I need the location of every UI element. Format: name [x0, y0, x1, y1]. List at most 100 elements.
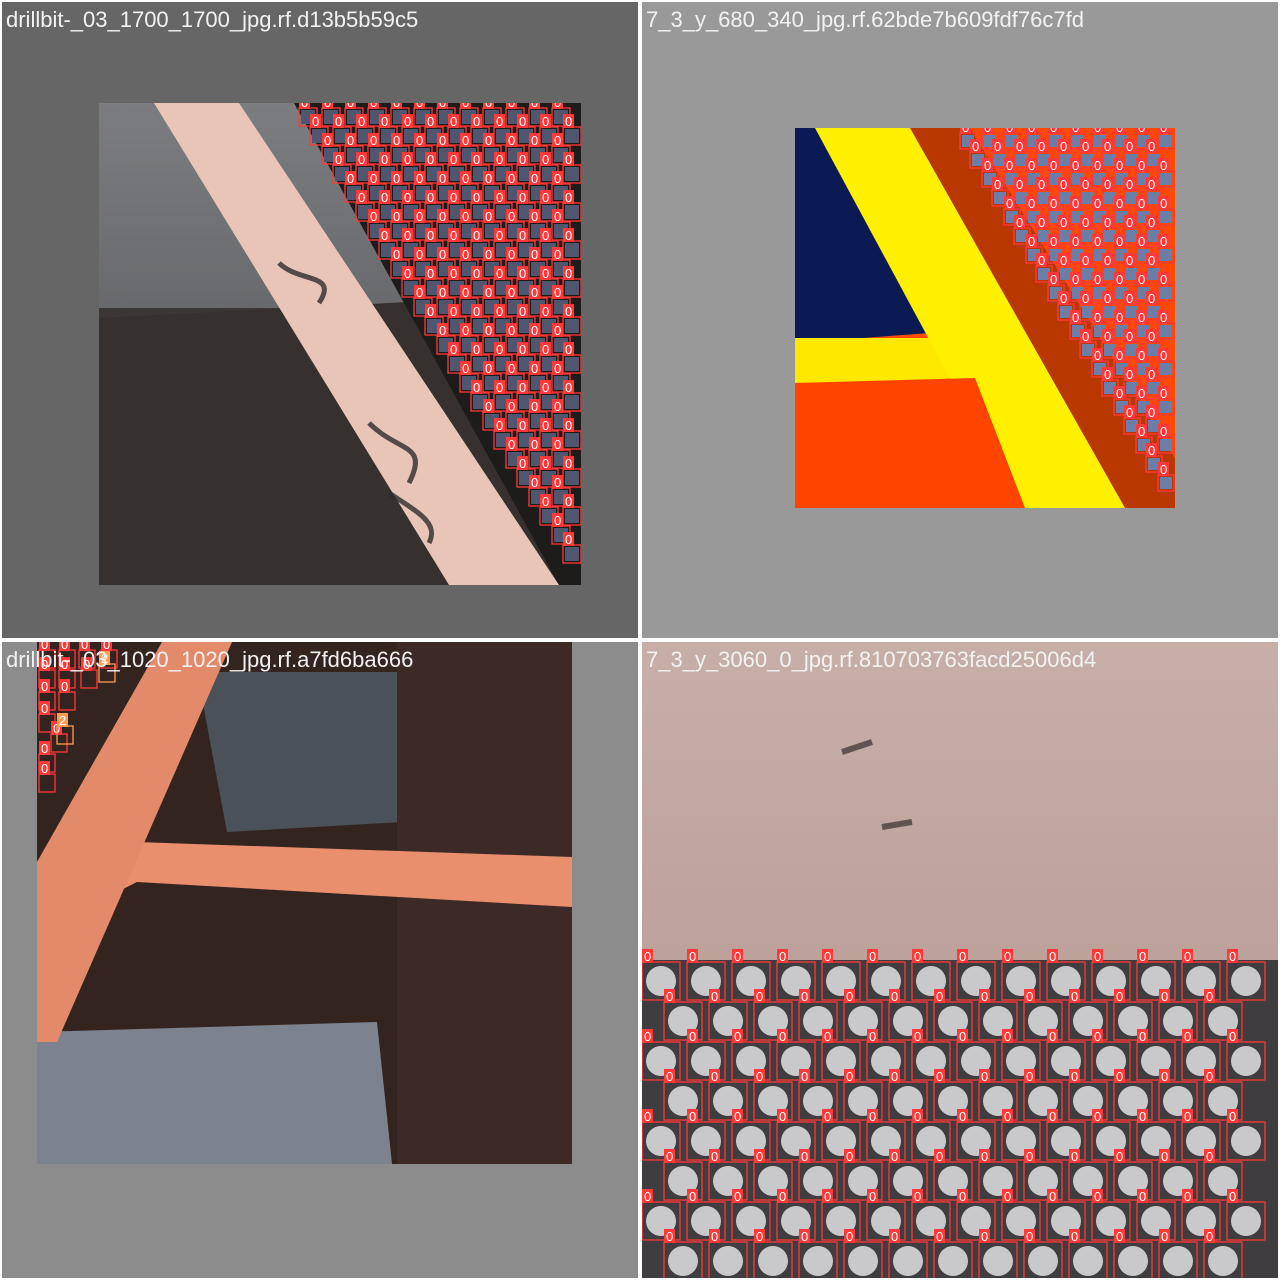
detection-class-label: 0	[1004, 1029, 1011, 1044]
detection-class-label: 0	[1116, 1229, 1123, 1244]
detection-class-label: 0	[1072, 128, 1079, 135]
detection-class-label: 0	[1148, 215, 1155, 230]
detection-class-label: 0	[496, 190, 503, 205]
detection-class-label: 0	[1116, 234, 1123, 249]
detection-class-label: 0	[519, 152, 526, 167]
detection-class-label: 0	[1094, 196, 1101, 211]
detection-class-label: 0	[1016, 177, 1023, 192]
detection-class-label: 0	[1006, 196, 1013, 211]
detection-class-label: 0	[869, 949, 876, 964]
detection-class-label: 0	[416, 133, 423, 148]
detection-box: 0	[58, 679, 76, 711]
detection-class-label: 0	[508, 247, 515, 262]
detection-class-label: 0	[542, 228, 549, 243]
detection-class-label: 0	[1184, 1029, 1191, 1044]
detection-class-label: 0	[1050, 272, 1057, 287]
detection-class-label: 0	[1160, 462, 1167, 477]
detection-class-label: 0	[869, 1029, 876, 1044]
detection-class-label: 0	[846, 1149, 853, 1164]
detection-class-label: 0	[1126, 253, 1133, 268]
detection-class-label: 0	[531, 437, 538, 452]
detection-class-label: 0	[393, 247, 400, 262]
detection-class-label: 0	[416, 103, 423, 110]
detection-class-label: 0	[496, 228, 503, 243]
detection-class-label: 0	[1006, 128, 1013, 135]
detection-class-label: 0	[1206, 1229, 1213, 1244]
detection-class-label: 0	[1161, 1149, 1168, 1164]
detection-class-label: 0	[959, 949, 966, 964]
detection-class-label: 0	[450, 152, 457, 167]
detection-class-label: 0	[846, 989, 853, 1004]
detection-class-label: 0	[972, 139, 979, 154]
detection-class-label: 0	[462, 285, 469, 300]
drill-button-mark	[668, 1246, 698, 1276]
detection-class-label: 0	[1082, 215, 1089, 230]
detection-class-label: 0	[1160, 424, 1167, 439]
detection-class-label: 0	[756, 1069, 763, 1084]
detection-class-label: 0	[1138, 424, 1145, 439]
detection-class-label: 0	[1050, 234, 1057, 249]
detection-class-label: 0	[542, 266, 549, 281]
detection-class-label: 0	[959, 1029, 966, 1044]
detection-class-label: 0	[644, 1029, 651, 1044]
detection-class-label: 0	[981, 989, 988, 1004]
detection-class-label: 0	[473, 228, 480, 243]
detection-class-label: 0	[427, 190, 434, 205]
tile-filename-label: 7_3_y_3060_0_jpg.rf.810703763facd25006d4	[646, 647, 1097, 672]
detection-class-label: 0	[1116, 348, 1123, 363]
detection-class-label: 0	[347, 171, 354, 186]
detection-class-label: 0	[1139, 1109, 1146, 1124]
detection-class-label: 0	[473, 342, 480, 357]
tile-filename-label: drillbit-_03_1020_1020_jpg.rf.a7fd6ba666	[6, 647, 414, 672]
detection-class-label: 0	[519, 228, 526, 243]
detection-class-label: 0	[1184, 1109, 1191, 1124]
detection-class-label: 0	[1116, 1069, 1123, 1084]
detection-class-label: 0	[1148, 291, 1155, 306]
detection-class-label: 0	[335, 114, 342, 129]
detection-class-label: 0	[519, 380, 526, 395]
detection-class-label: 0	[1082, 291, 1089, 306]
detection-class-label: 0	[439, 133, 446, 148]
detection-class-label: 0	[1038, 215, 1045, 230]
drill-button-mark	[1160, 211, 1172, 223]
detection-class-label: 0	[1229, 1189, 1236, 1204]
detection-class-label: 0	[914, 1029, 921, 1044]
detection-class-label: 0	[439, 171, 446, 186]
detection-boxes-grid: 0000000000000000000000000000000000000000…	[298, 103, 581, 564]
detection-class-label: 0	[1138, 128, 1145, 135]
drill-button-mark	[565, 547, 579, 561]
detection-class-label: 0	[496, 418, 503, 433]
detection-class-label: 0	[462, 133, 469, 148]
detection-class-label: 0	[1026, 1069, 1033, 1084]
detection-class-label: 0	[565, 456, 572, 471]
drill-button-mark	[848, 1246, 878, 1276]
detection-class-label: 0	[1148, 177, 1155, 192]
steel-beam-photo: 0000000000000000000000000000000000000000…	[99, 103, 581, 585]
detection-class-label: 0	[1126, 405, 1133, 420]
detection-class-label: 0	[666, 1149, 673, 1164]
drill-button-mark	[803, 1246, 833, 1276]
detection-class-label: 0	[1138, 196, 1145, 211]
detection-class-label: 0	[381, 114, 388, 129]
drill-button-mark	[1118, 1246, 1148, 1276]
detection-class-label: 0	[462, 171, 469, 186]
detection-class-label: 0	[1138, 386, 1145, 401]
detection-class-label: 0	[824, 1029, 831, 1044]
detection-class-label: 0	[1082, 139, 1089, 154]
detection-class-label: 0	[485, 103, 492, 110]
detection-class-label: 0	[554, 133, 561, 148]
detection-class-label: 0	[519, 304, 526, 319]
detection-class-label: 0	[508, 361, 515, 376]
detection-class-label: 0	[1038, 139, 1045, 154]
drill-button-mark	[1160, 363, 1172, 375]
detection-class-label: 0	[439, 103, 446, 110]
detection-class-label: 0	[644, 949, 651, 964]
detection-class-label: 0	[393, 209, 400, 224]
detection-class-label: 0	[554, 171, 561, 186]
detection-class-label: 0	[1049, 949, 1056, 964]
detection-class-label: 0	[565, 494, 572, 509]
detection-class-label: 0	[531, 103, 538, 110]
detection-class-label: 0	[1148, 443, 1155, 458]
detection-class-label: 0	[462, 323, 469, 338]
drill-button-mark	[565, 319, 579, 333]
